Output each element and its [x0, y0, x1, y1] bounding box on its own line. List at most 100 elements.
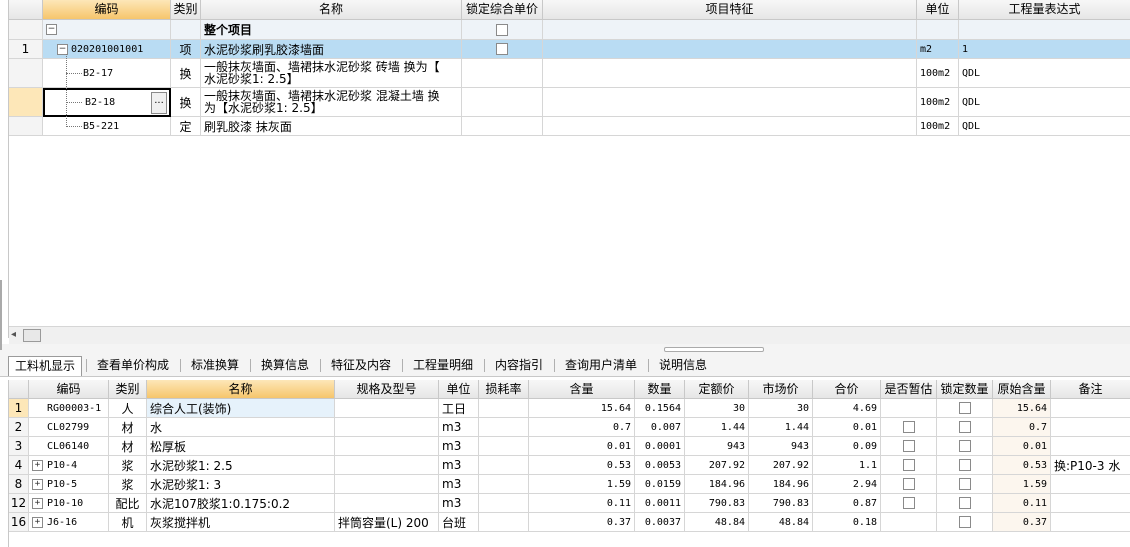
resource-market-price[interactable]: 48.84: [749, 513, 813, 532]
provisional-checkbox[interactable]: [902, 497, 915, 509]
resource-lock[interactable]: [937, 418, 993, 437]
quota-feature[interactable]: [543, 88, 917, 117]
col-name-header[interactable]: 名称: [201, 0, 462, 20]
col-spec-header[interactable]: 规格及型号: [335, 380, 439, 399]
resource-total[interactable]: 2.94: [813, 475, 881, 494]
resource-provisional[interactable]: [881, 437, 937, 456]
resource-spec[interactable]: [335, 475, 439, 494]
quota-unit[interactable]: 100m2: [917, 117, 959, 136]
quota-code-cell[interactable]: B2-17: [43, 59, 171, 88]
resource-type[interactable]: 材: [109, 418, 147, 437]
resource-provisional[interactable]: [881, 456, 937, 475]
horizontal-scrollbar[interactable]: ◂: [9, 326, 1130, 344]
quota-code-cell-focused[interactable]: B2-18 ···: [43, 88, 171, 117]
resource-orig[interactable]: 1.59: [993, 475, 1051, 494]
resource-market-price[interactable]: 790.83: [749, 494, 813, 513]
resource-market-price[interactable]: 207.92: [749, 456, 813, 475]
col-expr-header[interactable]: 工程量表达式: [959, 0, 1130, 20]
resource-unit[interactable]: m3: [439, 418, 479, 437]
resource-name[interactable]: 松厚板: [147, 437, 335, 456]
resource-quota-price[interactable]: 207.92: [685, 456, 749, 475]
resource-provisional[interactable]: [881, 399, 937, 418]
resource-market-price[interactable]: 30: [749, 399, 813, 418]
resource-market-price[interactable]: 943: [749, 437, 813, 456]
collapse-icon[interactable]: −: [57, 43, 68, 55]
resource-unit[interactable]: 台班: [439, 513, 479, 532]
resource-loss[interactable]: [479, 418, 529, 437]
col-type-header[interactable]: 类别: [109, 380, 147, 399]
resource-unit[interactable]: m3: [439, 475, 479, 494]
lock-qty-checkbox[interactable]: [958, 421, 971, 433]
col-market-price-header[interactable]: 市场价: [749, 380, 813, 399]
resource-lock[interactable]: [937, 475, 993, 494]
quota-name[interactable]: 刷乳胶漆 抹灰面: [201, 117, 462, 136]
resource-content[interactable]: 15.64: [529, 399, 635, 418]
resource-market-price[interactable]: 1.44: [749, 418, 813, 437]
resource-code[interactable]: + P10-4: [29, 456, 109, 475]
resource-type[interactable]: 浆: [109, 456, 147, 475]
resource-loss[interactable]: [479, 437, 529, 456]
resource-qty[interactable]: 0.007: [635, 418, 685, 437]
resource-name[interactable]: 水: [147, 418, 335, 437]
resource-loss[interactable]: [479, 513, 529, 532]
resource-orig[interactable]: 0.7: [993, 418, 1051, 437]
quota-expr[interactable]: QDL: [959, 117, 1130, 136]
resource-quota-price[interactable]: 790.83: [685, 494, 749, 513]
resource-quota-price[interactable]: 943: [685, 437, 749, 456]
resource-type[interactable]: 配比: [109, 494, 147, 513]
col-quota-price-header[interactable]: 定额价: [685, 380, 749, 399]
lock-qty-checkbox[interactable]: [958, 478, 971, 490]
resource-code[interactable]: CL02799: [29, 418, 109, 437]
resource-unit[interactable]: m3: [439, 437, 479, 456]
resource-loss[interactable]: [479, 475, 529, 494]
scroll-left-arrow-icon[interactable]: ◂: [11, 329, 16, 340]
resource-orig[interactable]: 15.64: [993, 399, 1051, 418]
resource-spec[interactable]: 拌筒容量(L) 200: [335, 513, 439, 532]
tab-labor-material-machine[interactable]: 工料机显示: [8, 356, 82, 376]
resource-qty[interactable]: 0.0037: [635, 513, 685, 532]
col-orig-content-header[interactable]: 原始含量: [993, 380, 1051, 399]
expand-icon[interactable]: +: [32, 516, 43, 528]
lock-qty-checkbox[interactable]: [958, 497, 971, 509]
resource-provisional[interactable]: [881, 475, 937, 494]
resource-type[interactable]: 材: [109, 437, 147, 456]
tab-query-user-list[interactable]: 查询用户清单: [558, 356, 644, 376]
col-type-header[interactable]: 类别: [171, 0, 201, 20]
item-type[interactable]: 项: [171, 40, 201, 59]
col-code-header[interactable]: 编码: [29, 380, 109, 399]
col-name-header[interactable]: 名称: [147, 380, 335, 399]
resource-spec[interactable]: [335, 494, 439, 513]
provisional-checkbox[interactable]: [902, 440, 915, 452]
col-code-header[interactable]: 编码: [43, 0, 171, 20]
tab-features-content[interactable]: 特征及内容: [324, 356, 398, 376]
resource-note[interactable]: [1051, 513, 1130, 532]
tab-unit-price-breakdown[interactable]: 查看单价构成: [90, 356, 176, 376]
resource-loss[interactable]: [479, 456, 529, 475]
resource-name[interactable]: 水泥砂浆1: 3: [147, 475, 335, 494]
resource-unit[interactable]: 工日: [439, 399, 479, 418]
resource-name[interactable]: 综合人工(装饰): [147, 399, 335, 418]
resource-orig[interactable]: 0.11: [993, 494, 1051, 513]
resource-name[interactable]: 水泥107胶浆1:0.175:0.2: [147, 494, 335, 513]
quota-expr[interactable]: QDL: [959, 59, 1130, 88]
resource-market-price[interactable]: 184.96: [749, 475, 813, 494]
resource-content[interactable]: 0.01: [529, 437, 635, 456]
col-loss-header[interactable]: 损耗率: [479, 380, 529, 399]
resource-spec[interactable]: [335, 437, 439, 456]
resource-content[interactable]: 0.11: [529, 494, 635, 513]
resource-orig[interactable]: 0.53: [993, 456, 1051, 475]
resource-unit[interactable]: m3: [439, 456, 479, 475]
col-lock-qty-header[interactable]: 锁定数量: [937, 380, 993, 399]
resource-provisional[interactable]: [881, 494, 937, 513]
quota-type[interactable]: 定: [171, 117, 201, 136]
lock-qty-checkbox[interactable]: [958, 402, 971, 414]
resource-content[interactable]: 0.37: [529, 513, 635, 532]
resource-unit[interactable]: m3: [439, 494, 479, 513]
quota-expr[interactable]: QDL: [959, 88, 1130, 117]
provisional-checkbox[interactable]: [902, 421, 915, 433]
resource-total[interactable]: 0.01: [813, 418, 881, 437]
resource-spec[interactable]: [335, 418, 439, 437]
resource-lock[interactable]: [937, 513, 993, 532]
quota-unit[interactable]: 100m2: [917, 59, 959, 88]
collapse-icon[interactable]: −: [46, 24, 57, 35]
